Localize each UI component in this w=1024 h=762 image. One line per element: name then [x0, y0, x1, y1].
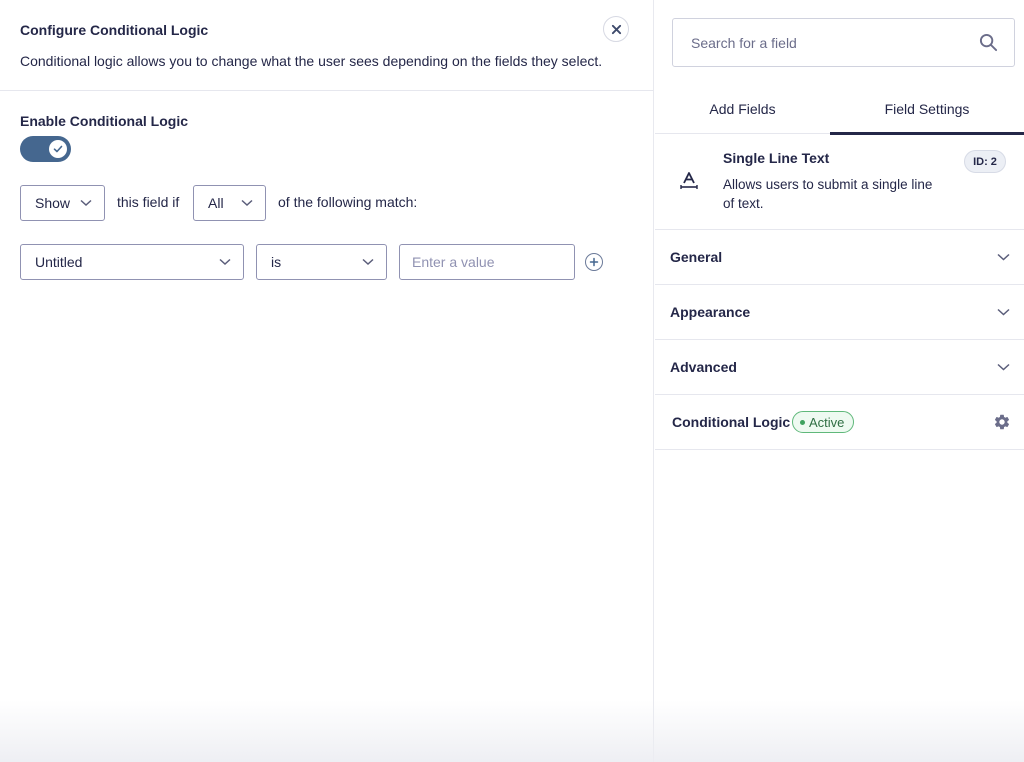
- status-badge: Active: [792, 411, 855, 433]
- close-button[interactable]: [603, 16, 629, 42]
- field-sidebar: Add Fields Field Settings Single Line Te…: [655, 0, 1024, 762]
- section-general-label: General: [670, 249, 723, 265]
- panel-header: Configure Conditional Logic Conditional …: [0, 0, 654, 91]
- match-select[interactable]: All: [193, 185, 266, 221]
- status-dot: [800, 420, 805, 425]
- following-match-text: of the following match:: [278, 194, 418, 210]
- check-icon: [53, 145, 63, 153]
- panel-title: Configure Conditional Logic: [20, 22, 209, 38]
- status-badge-text: Active: [809, 414, 845, 430]
- tab-field-settings[interactable]: Field Settings: [830, 92, 1024, 135]
- chevron-down-icon: [997, 363, 1010, 371]
- section-advanced-label: Advanced: [670, 359, 737, 375]
- match-select-value: All: [208, 195, 224, 211]
- plus-icon: [589, 257, 599, 267]
- field-id-badge: ID: 2: [964, 150, 1006, 173]
- rule-operator-select[interactable]: is: [256, 244, 387, 280]
- action-select-value: Show: [35, 195, 71, 211]
- rule-field-value: Untitled: [35, 254, 83, 270]
- chevron-down-icon: [997, 308, 1010, 316]
- chevron-down-icon: [80, 199, 92, 207]
- conditional-logic-panel: Configure Conditional Logic Conditional …: [0, 0, 654, 762]
- close-icon: [611, 24, 621, 34]
- sidebar-tabs: Add Fields Field Settings: [655, 92, 1024, 135]
- field-search: [672, 18, 1015, 67]
- section-appearance[interactable]: Appearance: [655, 285, 1024, 340]
- rule-value-input[interactable]: [399, 244, 575, 280]
- action-select[interactable]: Show: [20, 185, 105, 221]
- field-type-title: Single Line Text: [723, 150, 830, 166]
- conditional-logic-label: Conditional Logic: [672, 414, 791, 430]
- add-rule-button[interactable]: [585, 253, 603, 271]
- search-input[interactable]: [673, 19, 973, 66]
- conditional-logic-row: Conditional Logic Active: [655, 395, 1024, 450]
- search-icon[interactable]: [979, 33, 998, 52]
- section-general[interactable]: General: [655, 230, 1024, 285]
- chevron-down-icon: [997, 253, 1010, 261]
- field-type-description: Allows users to submit a single line of …: [723, 177, 933, 211]
- chevron-down-icon: [219, 258, 231, 266]
- chevron-down-icon: [241, 199, 253, 207]
- selected-field-info: Single Line Text Allows users to submit …: [655, 134, 1024, 230]
- this-field-if-text: this field if: [117, 194, 180, 210]
- section-appearance-label: Appearance: [670, 304, 751, 320]
- section-advanced[interactable]: Advanced: [655, 340, 1024, 395]
- text-field-icon: [680, 172, 698, 189]
- enable-conditional-logic-toggle[interactable]: [20, 136, 71, 162]
- chevron-down-icon: [362, 258, 374, 266]
- tab-add-fields[interactable]: Add Fields: [655, 92, 830, 134]
- rule-operator-value: is: [271, 254, 282, 270]
- enable-conditional-logic-label: Enable Conditional Logic: [20, 113, 188, 129]
- toggle-knob: [49, 140, 67, 158]
- rule-field-select[interactable]: Untitled: [20, 244, 244, 280]
- panel-description: Conditional logic allows you to change w…: [20, 53, 603, 69]
- gear-icon[interactable]: [993, 413, 1011, 431]
